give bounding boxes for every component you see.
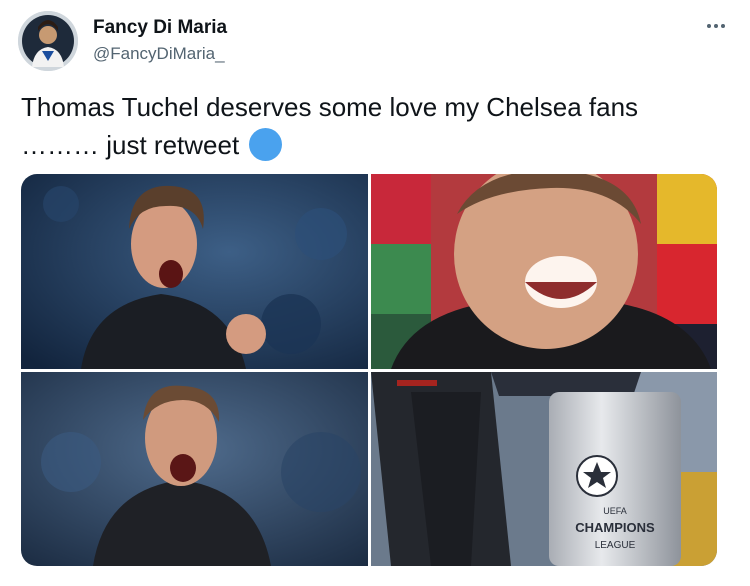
- photo-2[interactable]: [371, 174, 717, 369]
- photo-4[interactable]: UEFA CHAMPIONS LEAGUE: [371, 372, 717, 566]
- author-handle[interactable]: @FancyDiMaria_: [93, 44, 225, 64]
- photo-3[interactable]: [21, 372, 368, 566]
- dot-icon: [714, 24, 718, 28]
- dot-icon: [707, 24, 711, 28]
- author-display-name[interactable]: Fancy Di Maria: [93, 17, 227, 39]
- photo-1[interactable]: [21, 174, 368, 369]
- trophy-label-league: LEAGUE: [595, 540, 636, 551]
- trophy-label-champions: CHAMPIONS: [575, 520, 655, 535]
- tweet-body: Thomas Tuchel deserves some love my Chel…: [21, 92, 639, 160]
- tweet-card: Fancy Di Maria @FancyDiMaria_ Thomas Tuc…: [0, 0, 750, 586]
- tweet-text: Thomas Tuchel deserves some love my Chel…: [21, 88, 721, 164]
- media-grid: UEFA CHAMPIONS LEAGUE: [21, 174, 717, 566]
- dot-icon: [721, 24, 725, 28]
- more-options-button[interactable]: [702, 14, 730, 38]
- trophy-label-uefa: UEFA: [603, 506, 627, 516]
- avatar[interactable]: [18, 11, 78, 71]
- blue-circle-icon: [249, 128, 283, 161]
